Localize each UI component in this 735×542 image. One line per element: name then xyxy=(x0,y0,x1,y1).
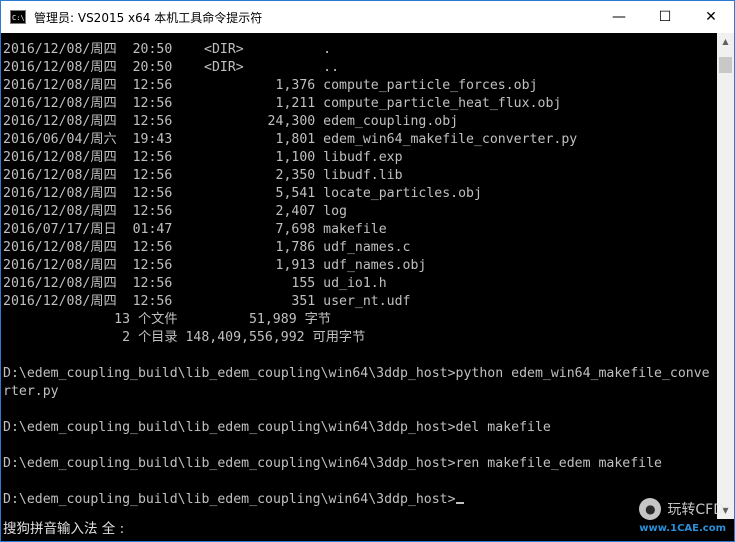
console-line: 2016/12/08/周四 12:56 1,100 libudf.exp xyxy=(3,150,403,165)
ime-status-text: 搜狗拼音输入法 全 : xyxy=(3,521,125,537)
text-cursor xyxy=(455,502,464,504)
title-bar[interactable]: C:\ 管理员: VS2015 x64 本机工具命令提示符 — ☐ ✕ xyxy=(1,1,734,33)
console-line: 2016/12/08/周四 12:56 1,376 compute_partic… xyxy=(3,78,538,93)
console-output[interactable]: 2016/12/08/周四 20:50 <DIR> . 2016/12/08/周四… xyxy=(1,33,717,519)
console-line: D:\edem_coupling_build\lib_edem_coupling… xyxy=(3,491,464,509)
ime-status-bar: 搜狗拼音输入法 全 : xyxy=(1,519,734,541)
console-line: 2016/12/08/周四 12:56 5,541 locate_particl… xyxy=(3,186,482,201)
close-button[interactable]: ✕ xyxy=(688,1,734,33)
console-line: 2016/12/08/周四 12:56 2,407 log xyxy=(3,204,347,219)
console-line: 2016/12/08/周四 12:56 1,913 udf_names.obj xyxy=(3,258,427,273)
console-line: rter.py xyxy=(3,384,59,399)
scroll-thumb[interactable] xyxy=(719,57,732,73)
wechat-icon: ● xyxy=(639,498,662,520)
console-line: 2016/12/08/周四 12:56 1,211 compute_partic… xyxy=(3,96,562,111)
console-line: D:\edem_coupling_build\lib_edem_coupling… xyxy=(3,366,710,381)
vertical-scrollbar[interactable]: ▲ ▼ xyxy=(717,33,734,519)
console-line: 2016/12/08/周四 20:50 <DIR> .. xyxy=(3,60,340,75)
watermark-text: 玩转CFD xyxy=(667,502,724,518)
minimize-button[interactable]: — xyxy=(596,1,642,33)
window-title: 管理员: VS2015 x64 本机工具命令提示符 xyxy=(34,10,263,25)
console-line: 2 个目录 148,409,556,992 可用字节 xyxy=(3,330,366,345)
watermark-site: www.1CAE.com xyxy=(639,523,726,534)
console-line: 2016/12/08/周四 12:56 351 user_nt.udf xyxy=(3,294,411,309)
console-line: 2016/07/17/周日 01:47 7,698 makefile xyxy=(3,222,387,237)
console-line: 2016/06/04/周六 19:43 1,801 edem_win64_mak… xyxy=(3,132,578,147)
console-line: 2016/12/08/周四 12:56 155 ud_io1.h xyxy=(3,276,387,291)
console-line: 2016/12/08/周四 12:56 2,350 libudf.lib xyxy=(3,168,403,183)
console-line: 2016/12/08/周四 12:56 1,786 udf_names.c xyxy=(3,240,411,255)
console-window: C:\ 管理员: VS2015 x64 本机工具命令提示符 — ☐ ✕ 2016… xyxy=(0,0,735,542)
watermark: ● 玩转CFD xyxy=(639,498,724,520)
scroll-up-arrow-icon[interactable]: ▲ xyxy=(717,33,734,50)
console-line: 2016/12/08/周四 20:50 <DIR> . xyxy=(3,42,332,57)
console-line: D:\edem_coupling_build\lib_edem_coupling… xyxy=(3,456,662,471)
maximize-button[interactable]: ☐ xyxy=(642,1,688,33)
console-line: 2016/12/08/周四 12:56 24,300 edem_coupling… xyxy=(3,114,459,129)
window-controls: — ☐ ✕ xyxy=(596,1,734,33)
console-line: 13 个文件 51,989 字节 xyxy=(3,312,331,327)
console-line: D:\edem_coupling_build\lib_edem_coupling… xyxy=(3,420,551,435)
console-app-icon[interactable]: C:\ xyxy=(10,10,26,24)
